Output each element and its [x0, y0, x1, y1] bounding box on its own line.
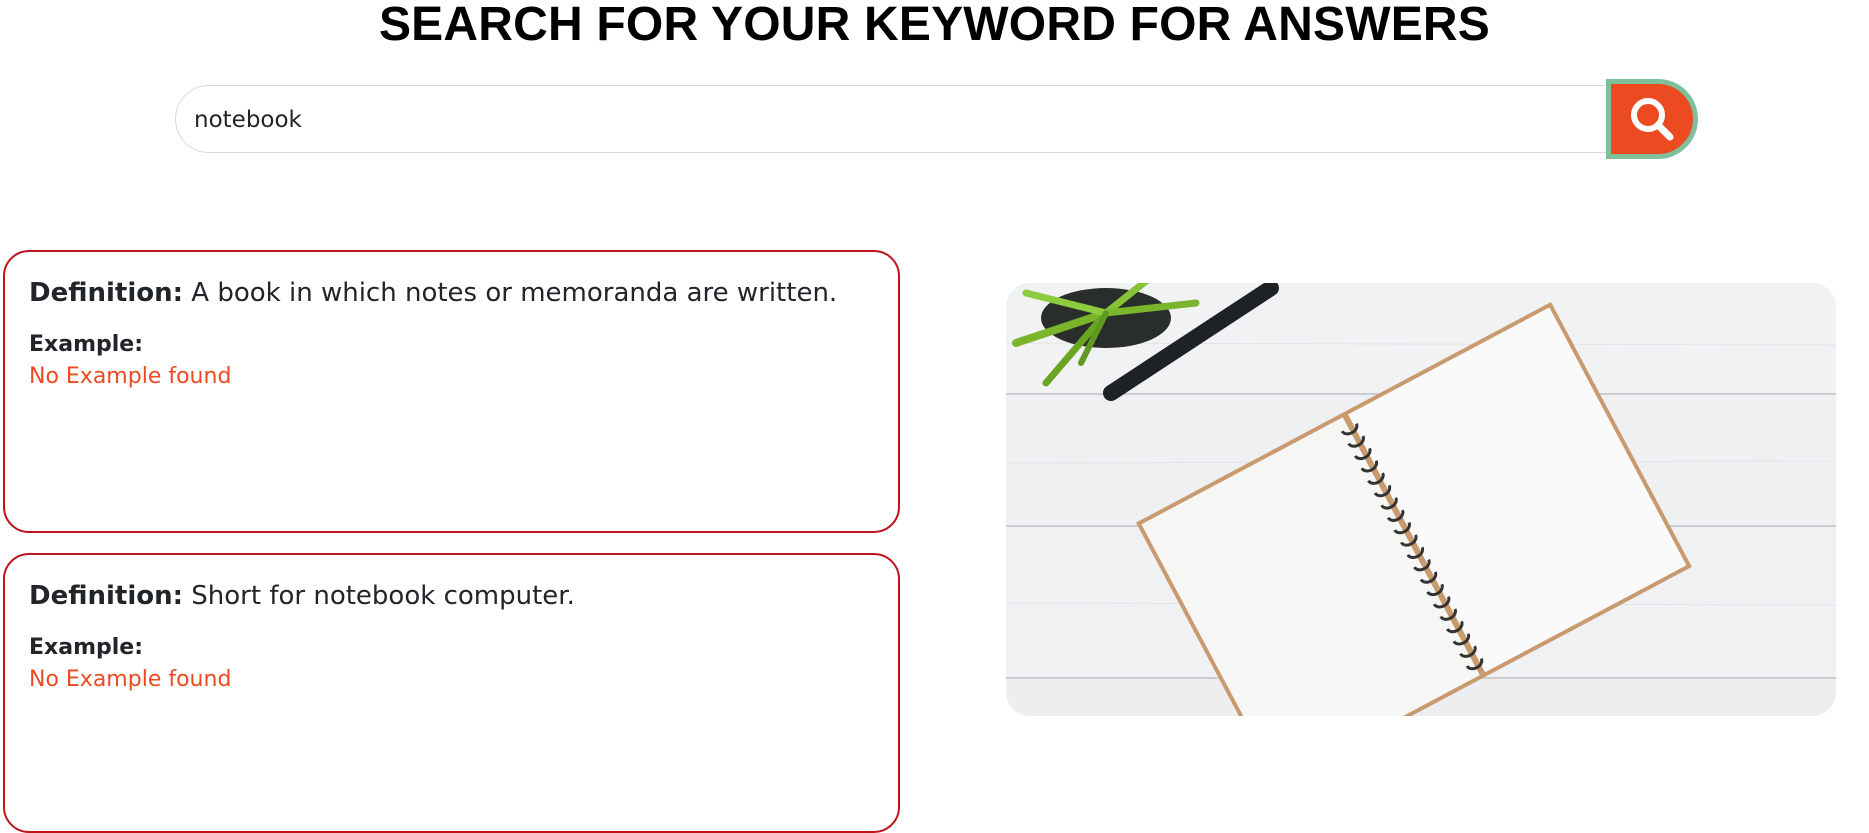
definition-label: Definition: — [29, 581, 184, 611]
notebook-photo — [1006, 283, 1836, 716]
search-icon — [1631, 98, 1674, 141]
search-input[interactable] — [194, 98, 1574, 142]
search-button[interactable] — [1606, 79, 1698, 159]
definition-text: Short for notebook computer. — [191, 581, 575, 611]
example-label: Example: — [29, 635, 143, 660]
search-bar — [175, 85, 1695, 153]
result-card: Definition: A book in which notes or mem… — [3, 250, 900, 533]
notebook-illustration — [1006, 283, 1836, 716]
page-title: SEARCH FOR YOUR KEYWORD FOR ANSWERS — [378, 0, 1491, 51]
definition-label: Definition: — [29, 278, 184, 308]
definition-line: Definition: Short for notebook computer. — [29, 579, 874, 613]
example-text: No Example found — [29, 364, 232, 389]
result-card: Definition: Short for notebook computer.… — [3, 553, 900, 833]
example-label: Example: — [29, 332, 143, 357]
definition-line: Definition: A book in which notes or mem… — [29, 276, 874, 310]
example-text: No Example found — [29, 667, 232, 692]
definition-text: A book in which notes or memoranda are w… — [191, 278, 838, 308]
